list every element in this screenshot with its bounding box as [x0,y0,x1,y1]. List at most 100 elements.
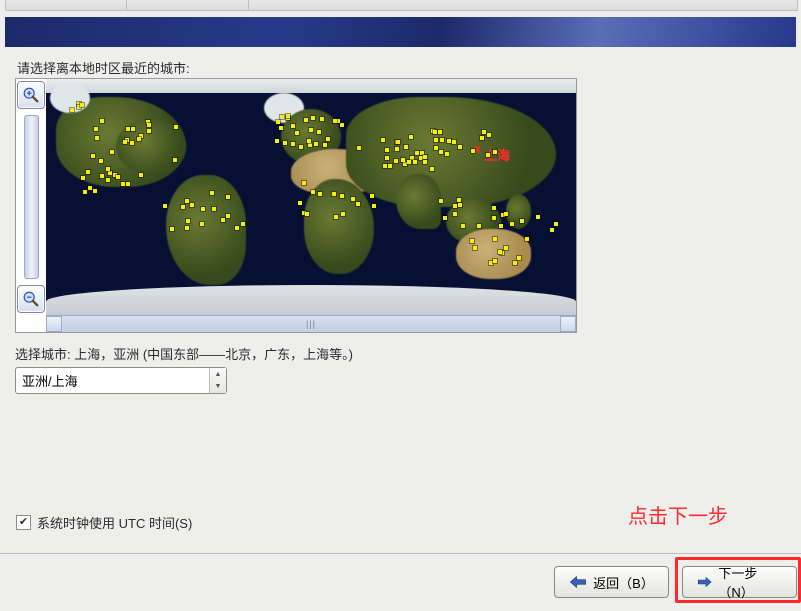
city-dot[interactable] [108,171,112,175]
city-dot[interactable] [554,222,558,226]
city-dot[interactable] [388,164,392,168]
city-dot[interactable] [536,215,540,219]
timezone-select[interactable]: 亚洲/上海 ▲ ▼ [15,367,227,394]
city-dot[interactable] [137,137,141,141]
city-dot[interactable] [275,139,279,143]
city-dot[interactable] [326,137,330,141]
city-dot[interactable] [439,199,443,203]
city-dot[interactable] [357,146,361,150]
city-dot[interactable] [100,174,104,178]
utc-checkbox[interactable]: ✔ [16,515,31,530]
city-dot[interactable] [314,142,318,146]
city-dot[interactable] [86,170,90,174]
city-dot[interactable] [499,224,503,228]
world-map[interactable]: x 上海 [46,79,576,315]
city-dot[interactable] [279,126,283,130]
back-button[interactable]: 返回（B） [554,566,669,598]
city-dot[interactable] [407,160,411,164]
city-dot[interactable] [385,148,389,152]
city-dot[interactable] [498,250,502,254]
map-horizontal-scrollbar[interactable]: ||| [46,315,576,332]
city-dot[interactable] [221,218,225,222]
city-dot[interactable] [235,226,239,230]
city-dot[interactable] [299,145,303,149]
city-dot[interactable] [210,191,214,195]
city-dot[interactable] [493,237,497,241]
city-dot[interactable] [309,128,313,132]
city-dot[interactable] [212,207,216,211]
city-dot[interactable] [333,119,337,123]
city-dot[interactable] [276,120,280,124]
city-dot[interactable] [493,150,497,154]
city-dot[interactable] [317,130,321,134]
city-dot[interactable] [458,203,462,207]
city-dot[interactable] [447,139,451,143]
city-dot[interactable] [100,119,104,123]
city-dot[interactable] [492,206,496,210]
city-dot[interactable] [226,195,230,199]
city-dot[interactable] [106,167,110,171]
city-dot[interactable] [433,130,437,134]
city-dot[interactable] [486,153,490,157]
city-dot[interactable] [372,204,376,208]
city-dot[interactable] [99,159,103,163]
city-dot[interactable] [173,158,177,162]
city-dot[interactable] [305,212,309,216]
city-dot[interactable] [283,141,287,145]
city-dot[interactable] [394,159,398,163]
city-dot[interactable] [147,123,151,127]
next-button[interactable]: 下一步（N） [682,566,797,598]
city-dot[interactable] [70,108,74,112]
city-dot[interactable] [320,117,324,121]
city-dot[interactable] [487,133,491,137]
city-dot[interactable] [493,259,497,263]
city-dot[interactable] [370,194,374,198]
city-dot[interactable] [298,201,302,205]
city-dot[interactable] [311,116,315,120]
city-dot[interactable] [139,173,143,177]
city-dot[interactable] [318,192,322,196]
city-dot[interactable] [340,123,344,127]
city-dot[interactable] [440,138,444,142]
city-dot[interactable] [200,222,204,226]
city-dot[interactable] [308,143,312,147]
city-dot[interactable] [80,103,84,107]
city-dot[interactable] [385,156,389,160]
zoom-in-button[interactable] [17,81,45,109]
city-dot[interactable] [83,190,87,194]
city-dot[interactable] [121,182,125,186]
city-dot[interactable] [307,139,311,143]
city-dot[interactable] [510,222,514,226]
city-dot[interactable] [106,178,110,182]
city-dot[interactable] [94,127,98,131]
city-dot[interactable] [434,146,438,150]
city-dot[interactable] [302,181,306,185]
city-dot[interactable] [110,150,114,154]
city-dot[interactable] [341,212,345,216]
city-dot[interactable] [181,205,185,209]
city-dot[interactable] [126,182,130,186]
city-dot[interactable] [286,114,290,118]
city-dot[interactable] [413,160,417,164]
city-dot[interactable] [409,135,413,139]
city-dot[interactable] [457,198,461,202]
city-dot[interactable] [517,256,521,260]
city-dot[interactable] [88,186,92,190]
city-dot[interactable] [471,149,475,153]
city-dot[interactable] [423,160,427,164]
city-dot[interactable] [492,216,496,220]
city-dot[interactable] [504,246,508,250]
city-dot[interactable] [423,155,427,159]
city-dot[interactable] [81,176,85,180]
city-dot[interactable] [513,261,517,265]
city-dot[interactable] [226,214,230,218]
city-dot[interactable] [340,194,344,198]
city-dot[interactable] [174,125,178,129]
city-dot[interactable] [291,124,295,128]
city-dot[interactable] [185,226,189,230]
city-dot[interactable] [356,202,360,206]
city-dot[interactable] [453,212,457,216]
city-dot[interactable] [445,152,449,156]
city-dot[interactable] [126,127,130,131]
city-dot[interactable] [351,197,355,201]
